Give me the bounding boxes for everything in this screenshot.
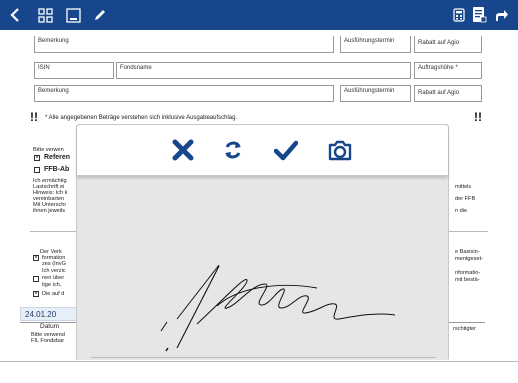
rabatt-field[interactable]: Rabatt auf Agio xyxy=(414,36,482,53)
signature-drawing xyxy=(160,264,396,352)
isin-label: ISIN xyxy=(38,65,50,71)
exclamation-mark: !! xyxy=(30,110,38,124)
checkbox-basisinfo[interactable]: × xyxy=(33,255,39,261)
datum-label: Datum xyxy=(40,323,60,330)
signature-panel[interactable] xyxy=(76,124,449,361)
isin-field[interactable]: ISIN xyxy=(34,62,114,79)
rabatt-label-2: Rabatt auf Agio xyxy=(418,90,460,96)
auftragshoehe-label: Auftragshöhe * xyxy=(418,65,458,71)
date-value: 24.01.20 xyxy=(25,310,57,319)
bemerkung-label: Bemerkung xyxy=(38,38,69,44)
text-fragment: ihnen jeweils xyxy=(33,208,66,214)
text-fragment: zes (InvG xyxy=(42,261,66,267)
refresh-icon[interactable] xyxy=(220,137,246,163)
checkbox-ffb[interactable] xyxy=(34,167,40,173)
top-toolbar xyxy=(0,0,518,30)
share-icon[interactable] xyxy=(492,0,510,30)
form-icon[interactable] xyxy=(470,0,488,30)
text-fragment: Referen xyxy=(44,154,71,161)
text-fragment: n die xyxy=(455,208,468,214)
text-fragment: mentgeset- xyxy=(455,256,483,262)
text-fragment: tige ich, xyxy=(42,282,62,288)
text-fragment: Ich verzic xyxy=(42,268,66,274)
text-fragment: mittels xyxy=(455,184,472,190)
grid-icon[interactable] xyxy=(36,0,54,30)
bemerkung-field-2[interactable]: Bemerkung xyxy=(34,85,334,102)
text-fragment: nen über xyxy=(42,275,65,281)
text-fragment: nformatio- xyxy=(455,270,481,276)
date-field[interactable]: 24.01.20 xyxy=(20,307,80,321)
camera-icon[interactable] xyxy=(327,137,353,163)
ausfuehrungstermin-field[interactable]: Ausführungstermin xyxy=(340,36,411,53)
document-icon[interactable] xyxy=(64,0,82,30)
bottom-area xyxy=(0,360,518,383)
signature-baseline xyxy=(91,357,436,358)
back-icon[interactable] xyxy=(8,0,22,30)
confirm-icon[interactable] xyxy=(273,137,299,163)
ausfuehrungstermin-label: Ausführungstermin xyxy=(344,38,395,44)
signature-toolbar xyxy=(77,125,448,176)
cancel-icon[interactable] xyxy=(170,137,196,163)
checkbox-verzicht[interactable] xyxy=(33,276,39,282)
checkbox-die-auf[interactable]: × xyxy=(33,291,39,297)
pen-icon[interactable] xyxy=(92,0,108,30)
rabatt-label: Rabatt auf Agio xyxy=(418,40,460,46)
fondsname-field[interactable]: Fondsname xyxy=(116,62,411,79)
calculator-icon[interactable] xyxy=(451,0,467,30)
text-fragment: mit bestä- xyxy=(455,277,480,283)
fondsname-label: Fondsname xyxy=(120,65,152,71)
amount-note: * Alle angegebenen Beträge verstehen sic… xyxy=(45,115,238,121)
text-fragment: e Basisin- xyxy=(455,249,480,255)
bottom-divider xyxy=(0,361,518,362)
text-fragment: rschtigter xyxy=(453,326,477,332)
auftragshoehe-field[interactable]: Auftragshöhe * xyxy=(414,62,482,79)
rabatt-field-2[interactable]: Rabatt auf Agio xyxy=(414,85,482,102)
bemerkung-field[interactable]: Bemerkung xyxy=(34,36,334,53)
text-fragment: FIL Fondsbar xyxy=(31,338,65,344)
ausfuehrungstermin-field-2[interactable]: Ausführungstermin xyxy=(340,85,411,102)
text-fragment: Die auf d xyxy=(42,291,65,297)
exclamation-mark-right: !! xyxy=(474,110,482,124)
checkbox-referenz[interactable]: × xyxy=(34,155,40,161)
text-fragment: FFB-Ab xyxy=(44,166,70,173)
text-fragment: Bitte verwen xyxy=(33,147,64,153)
text-fragment: der FFB xyxy=(455,196,476,202)
bemerkung-label-2: Bemerkung xyxy=(38,88,69,94)
ausfuehrungstermin-label-2: Ausführungstermin xyxy=(344,88,395,94)
